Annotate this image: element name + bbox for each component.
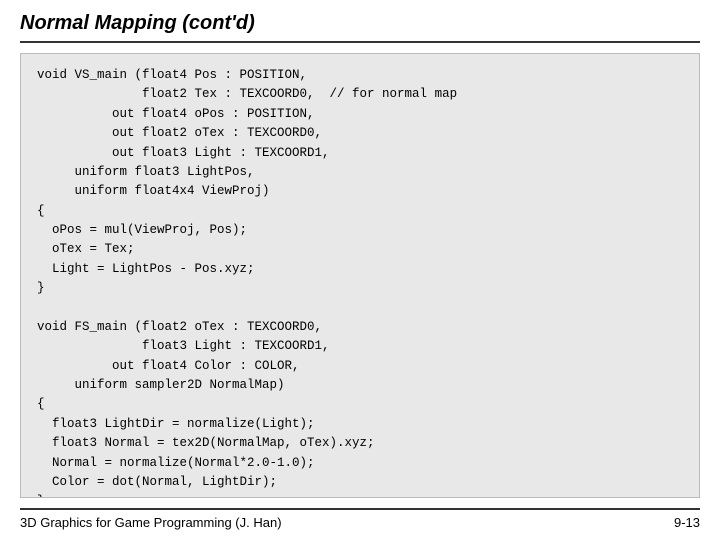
footer: 3D Graphics for Game Programming (J. Han…: [20, 508, 700, 530]
code-block: void VS_main (float4 Pos : POSITION, flo…: [20, 53, 700, 498]
title-bar: Normal Mapping (cont'd): [20, 12, 700, 43]
page-title: Normal Mapping (cont'd): [20, 12, 255, 34]
footer-left: 3D Graphics for Game Programming (J. Han…: [20, 515, 282, 530]
footer-right: 9-13: [674, 515, 700, 530]
page: Normal Mapping (cont'd) void VS_main (fl…: [0, 0, 720, 540]
